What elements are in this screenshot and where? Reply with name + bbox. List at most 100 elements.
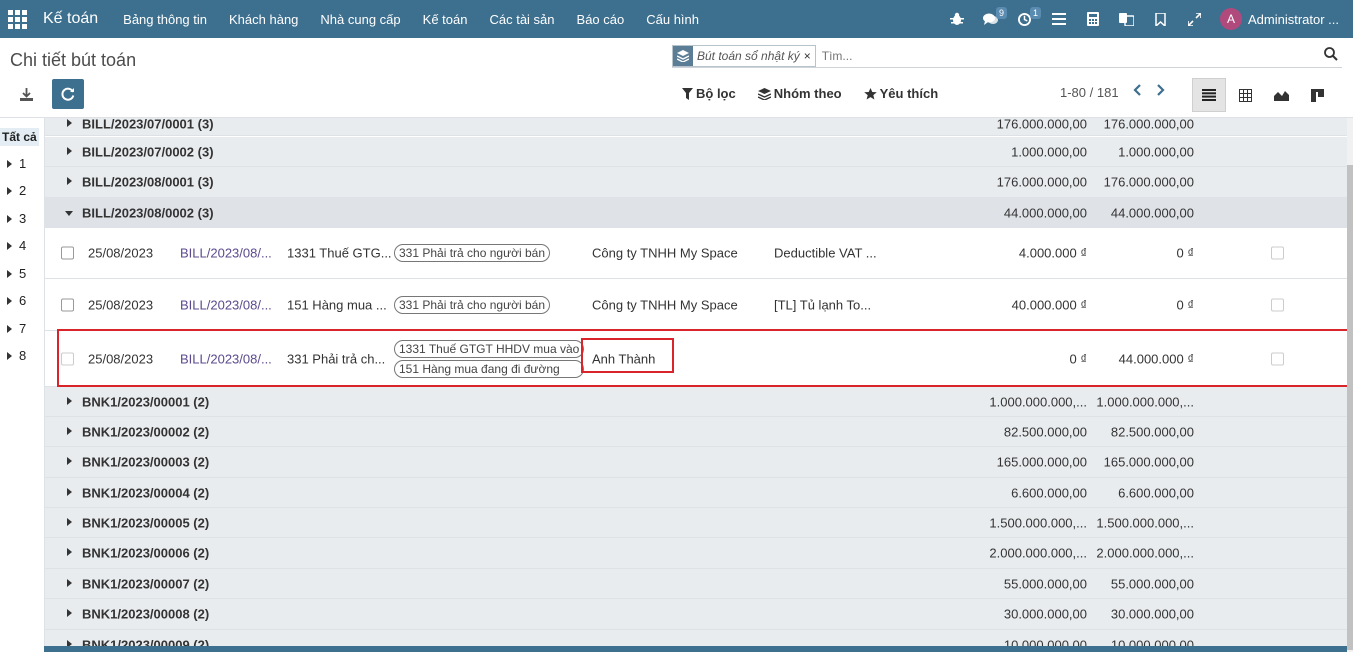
group-credit: 176.000.000,00 <box>1103 174 1194 190</box>
cell-label: Deductible VAT ... <box>774 245 877 261</box>
cell-credit: 0 ₫ <box>1176 245 1194 261</box>
caret-right-icon <box>7 186 12 195</box>
cell-credit: 0 ₫ <box>1176 297 1194 312</box>
user-name: Administrator ... <box>1247 11 1339 27</box>
filter-item-7[interactable]: 7 <box>7 321 26 336</box>
bookmark-icon[interactable] <box>1144 0 1178 38</box>
cell-journal-entry[interactable]: BILL/2023/08/... <box>180 297 272 312</box>
caret-right-icon <box>7 296 12 305</box>
group-credit: 6.600.000,00 <box>1118 485 1194 500</box>
activity-clock-icon[interactable]: 1 <box>1008 0 1042 38</box>
search-bar: Bút toán sổ nhật ký × <box>672 44 1342 68</box>
left-filter-panel: Tất cả 1 2 3 4 5 6 7 8 <box>0 118 42 652</box>
caret-right-icon <box>7 159 12 168</box>
pager-previous-icon[interactable] <box>1132 83 1142 101</box>
cell-label: [TL] Tủ lạnh To... <box>774 297 872 312</box>
bug-icon[interactable] <box>940 0 974 38</box>
apps-menu-icon[interactable] <box>0 0 34 38</box>
group-name: BNK1/2023/00009 (2) <box>82 637 210 646</box>
group-name: BILL/2023/07/0002 (3) <box>82 144 214 159</box>
group-row[interactable]: BNK1/2023/00005 (2) 1.500.000.000,... 1.… <box>45 508 1347 538</box>
facet-label: Bút toán sổ nhật ký <box>697 48 800 63</box>
list-settings-icon[interactable] <box>1042 0 1076 38</box>
group-credit: 176.000.000,00 <box>1103 118 1194 131</box>
user-menu[interactable]: A Administrator ... <box>1219 8 1339 30</box>
calculator-icon[interactable] <box>1076 0 1110 38</box>
filter-item-5[interactable]: 5 <box>7 266 26 281</box>
group-row[interactable]: BNK1/2023/00001 (2) 1.000.000.000,... 1.… <box>45 387 1347 417</box>
filter-item-8[interactable]: 8 <box>7 348 26 363</box>
translate-icon[interactable] <box>1110 0 1144 38</box>
refresh-button[interactable] <box>52 79 84 109</box>
pivot-view-icon[interactable] <box>1228 78 1262 112</box>
graph-view-icon[interactable] <box>1264 78 1298 112</box>
favorites-label: Yêu thích <box>879 86 939 101</box>
messages-icon[interactable]: 9 <box>974 0 1008 38</box>
group-row[interactable]: BNK1/2023/00002 (2) 82.500.000,00 82.500… <box>45 417 1347 447</box>
menu-configuration[interactable]: Cấu hình <box>646 12 699 27</box>
filter-item-2[interactable]: 2 <box>7 183 26 198</box>
group-credit: 1.500.000.000,... <box>1096 515 1194 530</box>
filter-item-3[interactable]: 3 <box>7 211 26 226</box>
group-row[interactable]: BNK1/2023/00008 (2) 30.000.000,00 30.000… <box>45 599 1347 630</box>
vertical-scrollbar-thumb[interactable] <box>1347 165 1353 650</box>
row-select-checkbox[interactable] <box>61 298 74 311</box>
filter-item-label: 3 <box>19 211 27 226</box>
menu-dashboard[interactable]: Bảng thông tin <box>123 12 207 27</box>
group-debit: 6.600.000,00 <box>1011 485 1087 500</box>
group-row[interactable]: BNK1/2023/00007 (2) 55.000.000,00 55.000… <box>45 569 1347 599</box>
group-by-button[interactable]: Nhóm theo <box>757 86 842 101</box>
search-icon[interactable] <box>1324 47 1338 64</box>
cell-counterpart-tags: 331 Phải trả cho người bán <box>394 243 550 263</box>
reconciled-checkbox <box>1271 298 1284 311</box>
group-debit: 82.500.000,00 <box>1003 424 1087 439</box>
account-tag: 331 Phải trả cho người bán <box>394 295 550 314</box>
download-icon[interactable] <box>12 80 40 108</box>
facet-close-icon[interactable]: × <box>804 49 815 63</box>
pager-next-icon[interactable] <box>1156 83 1165 101</box>
search-input[interactable] <box>821 48 1302 63</box>
pager-value[interactable]: 1-80 / 181 <box>1060 85 1119 100</box>
filter-item-4[interactable]: 4 <box>7 238 26 253</box>
group-name: BNK1/2023/00007 (2) <box>82 576 210 591</box>
group-row-expanded[interactable]: BILL/2023/08/0002 (3) 44.000.000,00 44.0… <box>45 198 1347 228</box>
group-name: BNK1/2023/00004 (2) <box>82 485 210 500</box>
horizontal-scrollbar[interactable] <box>44 646 1347 652</box>
table-row[interactable]: 25/08/2023 BILL/2023/08/... 1331 Thuế GT… <box>45 228 1347 279</box>
menu-assets[interactable]: Các tài sản <box>489 12 554 27</box>
table-row[interactable]: 25/08/2023 BILL/2023/08/... 151 Hàng mua… <box>45 279 1347 331</box>
group-row[interactable]: BNK1/2023/00004 (2) 6.600.000,00 6.600.0… <box>45 478 1347 508</box>
group-row[interactable]: BILL/2023/07/0001 (3) 176.000.000,00 176… <box>45 118 1347 136</box>
list-view-icon[interactable] <box>1192 78 1226 112</box>
filter-item-label: 6 <box>19 293 27 308</box>
group-row[interactable]: BNK1/2023/00009 (2) 10.000.000,00 10.000… <box>45 630 1347 646</box>
group-row[interactable]: BNK1/2023/00003 (2) 165.000.000,00 165.0… <box>45 447 1347 478</box>
cell-journal-entry[interactable]: BILL/2023/08/... <box>180 246 272 261</box>
favorites-button[interactable]: Yêu thích <box>863 86 939 101</box>
filter-item-6[interactable]: 6 <box>7 293 26 308</box>
group-name: BILL/2023/08/0002 (3) <box>82 205 214 220</box>
fullscreen-icon[interactable] <box>1178 0 1212 38</box>
caret-right-icon <box>67 396 72 405</box>
cell-debit: 4.000.000 ₫ <box>1018 245 1087 261</box>
filters-button[interactable]: Bộ lọc <box>682 86 736 101</box>
group-credit: 165.000.000,00 <box>1103 454 1194 470</box>
menu-accounting[interactable]: Kế toán <box>423 12 468 27</box>
filter-item-label: 1 <box>19 156 27 171</box>
filter-item-1[interactable]: 1 <box>7 156 26 171</box>
caret-right-icon <box>67 457 72 465</box>
highlight-partner-box <box>581 338 674 373</box>
avatar: A <box>1219 8 1242 30</box>
group-row[interactable]: BILL/2023/07/0002 (3) 1.000.000,00 1.000… <box>45 137 1347 167</box>
account-tag: 331 Phải trả cho người bán <box>394 244 550 262</box>
filter-all[interactable]: Tất cả <box>0 128 39 146</box>
row-select-checkbox[interactable] <box>61 246 74 260</box>
group-credit: 1.000.000,00 <box>1118 144 1194 159</box>
menu-customers[interactable]: Khách hàng <box>229 12 298 27</box>
kanban-view-icon[interactable] <box>1300 78 1334 112</box>
menu-reports[interactable]: Báo cáo <box>577 12 625 27</box>
group-row[interactable]: BILL/2023/08/0001 (3) 176.000.000,00 176… <box>45 167 1347 198</box>
group-row[interactable]: BNK1/2023/00006 (2) 2.000.000.000,... 2.… <box>45 538 1347 569</box>
menu-vendors[interactable]: Nhà cung cấp <box>320 12 400 27</box>
app-brand[interactable]: Kế toán <box>43 10 98 28</box>
